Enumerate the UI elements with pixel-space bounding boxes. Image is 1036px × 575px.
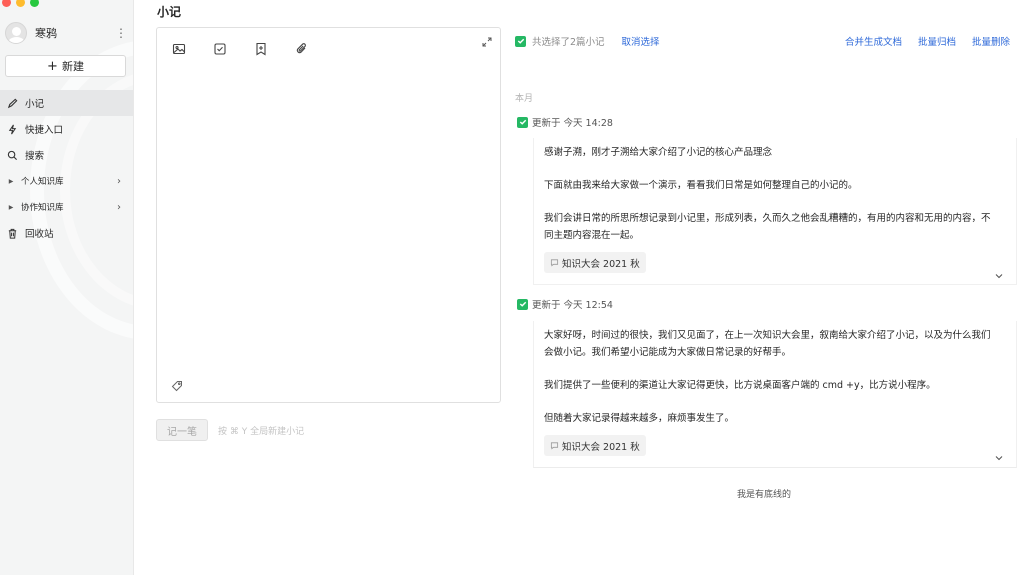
trash-icon: [6, 227, 18, 239]
month-label: 本月: [515, 94, 534, 104]
sidebar-item-shortcuts[interactable]: 快捷入口: [0, 116, 133, 142]
cancel-selection-link[interactable]: 取消选择: [622, 34, 660, 48]
user-row[interactable]: 寒鸦 ⋮: [5, 21, 127, 45]
note-card[interactable]: 感谢子溯，刚才子溯给大家介绍了小记的核心产品理念 下面就由我来给大家做一个演示，…: [533, 138, 1017, 285]
lightning-icon: [6, 123, 18, 135]
checkbox-checked-icon[interactable]: [517, 116, 528, 128]
sidebar-item-label: 小记: [25, 99, 45, 110]
page-title: 小记: [157, 5, 182, 19]
sidebar-item-notes[interactable]: 小记: [0, 90, 133, 116]
note-tag[interactable]: 知识大会 2021 秋: [544, 435, 646, 456]
sidebar-item-label: 搜索: [25, 151, 45, 162]
bulk-archive-button[interactable]: 批量归档: [918, 34, 956, 48]
bookmark-icon[interactable]: [254, 42, 268, 56]
selection-status: 共选择了2篇小记: [532, 37, 605, 48]
sidebar-item-label: 协作知识库: [21, 203, 64, 213]
shortcut-hint: 按 ⌘ Y 全局新建小记: [218, 427, 305, 437]
sidebar-item-label: 个人知识库: [21, 177, 64, 187]
sidebar-item-team-library[interactable]: ▶ 协作知识库 ›: [0, 194, 133, 220]
note-paragraph: 下面就由我来给大家做一个演示，看看我们日常是如何整理自己的小记的。: [544, 180, 858, 191]
comment-icon: [550, 259, 559, 267]
chevron-right-icon[interactable]: ›: [117, 202, 121, 213]
chevron-down-icon[interactable]: [994, 270, 1004, 280]
sidebar-item-label: 回收站: [25, 229, 54, 240]
selection-bar: 共选择了2篇小记 取消选择 合并生成文档 批量归档 批量删除: [515, 34, 1010, 48]
sidebar-nav: 小记 快捷入口 搜索 ▶ 个人知识库 › ▶ 协作知识库 › 回收站: [0, 90, 133, 246]
minimize-window-button[interactable]: [16, 0, 25, 7]
bulk-delete-button[interactable]: 批量删除: [972, 34, 1010, 48]
chevron-down-icon[interactable]: [994, 452, 1004, 462]
checkbox-icon[interactable]: [213, 42, 227, 56]
note-updated-time: 更新于 今天 12:54: [532, 300, 613, 311]
close-window-button[interactable]: [2, 0, 11, 7]
pen-icon: [6, 97, 18, 109]
username: 寒鸦: [35, 27, 57, 40]
plus-icon: +: [47, 58, 58, 74]
note-paragraph: 大家好呀，时间过的很快，我们又见面了，在上一次知识大会里，叙南给大家介绍了小记，…: [544, 330, 991, 358]
note-editor[interactable]: [156, 27, 501, 403]
comment-icon: [550, 442, 559, 450]
sidebar: 寒鸦 ⋮ + 新建 小记 快捷入口 搜索 ▶ 个人知识库 › ▶ 协作知识库 ›…: [0, 0, 134, 575]
note-card[interactable]: 大家好呀，时间过的很快，我们又见面了，在上一次知识大会里，叙南给大家介绍了小记，…: [533, 321, 1017, 468]
note-paragraph: 我们提供了一些便利的渠道让大家记得更快，比方说桌面客户端的 cmd +y，比方说…: [544, 380, 936, 391]
tag-icon[interactable]: [171, 380, 183, 392]
note-tag[interactable]: 知识大会 2021 秋: [544, 252, 646, 273]
sidebar-item-label: 快捷入口: [25, 125, 64, 136]
sidebar-item-search[interactable]: 搜索: [0, 142, 133, 168]
save-note-button[interactable]: 记一笔: [156, 419, 208, 441]
end-of-list-text: 我是有底线的: [737, 490, 792, 500]
note-header: 更新于 今天 12:54: [517, 297, 613, 311]
checkbox-checked-icon[interactable]: [517, 298, 528, 310]
bulk-actions: 合并生成文档 批量归档 批量删除: [845, 34, 1010, 48]
checkbox-checked-icon[interactable]: [515, 35, 526, 47]
note-paragraph: 我们会讲日常的所思所想记录到小记里，形成列表，久而久之他会乱糟糟的，有用的内容和…: [544, 213, 991, 241]
attachment-icon[interactable]: [295, 42, 309, 56]
chevron-right-icon[interactable]: ›: [117, 176, 121, 187]
caret-right-icon[interactable]: ▶: [6, 204, 16, 211]
image-icon[interactable]: [172, 42, 186, 56]
window-controls: [2, 0, 39, 7]
new-button-label: 新建: [61, 60, 84, 73]
sidebar-item-trash[interactable]: 回收站: [0, 220, 133, 246]
avatar[interactable]: [5, 22, 27, 44]
expand-icon[interactable]: [482, 36, 492, 47]
note-paragraph: 感谢子溯，刚才子溯给大家介绍了小记的核心产品理念: [544, 147, 773, 158]
note-updated-time: 更新于 今天 14:28: [532, 118, 613, 129]
note-tag-label: 知识大会 2021 秋: [562, 441, 640, 453]
maximize-window-button[interactable]: [30, 0, 39, 7]
more-options-icon[interactable]: ⋮: [115, 26, 127, 40]
new-button[interactable]: + 新建: [5, 55, 126, 77]
note-header: 更新于 今天 14:28: [517, 115, 613, 129]
sidebar-item-personal-library[interactable]: ▶ 个人知识库 ›: [0, 168, 133, 194]
search-icon: [6, 149, 18, 161]
note-paragraph: 但随着大家记录得越来越多，麻烦事发生了。: [544, 413, 735, 424]
note-tag-label: 知识大会 2021 秋: [562, 258, 640, 270]
caret-right-icon[interactable]: ▶: [6, 178, 16, 185]
merge-to-doc-button[interactable]: 合并生成文档: [845, 34, 902, 48]
